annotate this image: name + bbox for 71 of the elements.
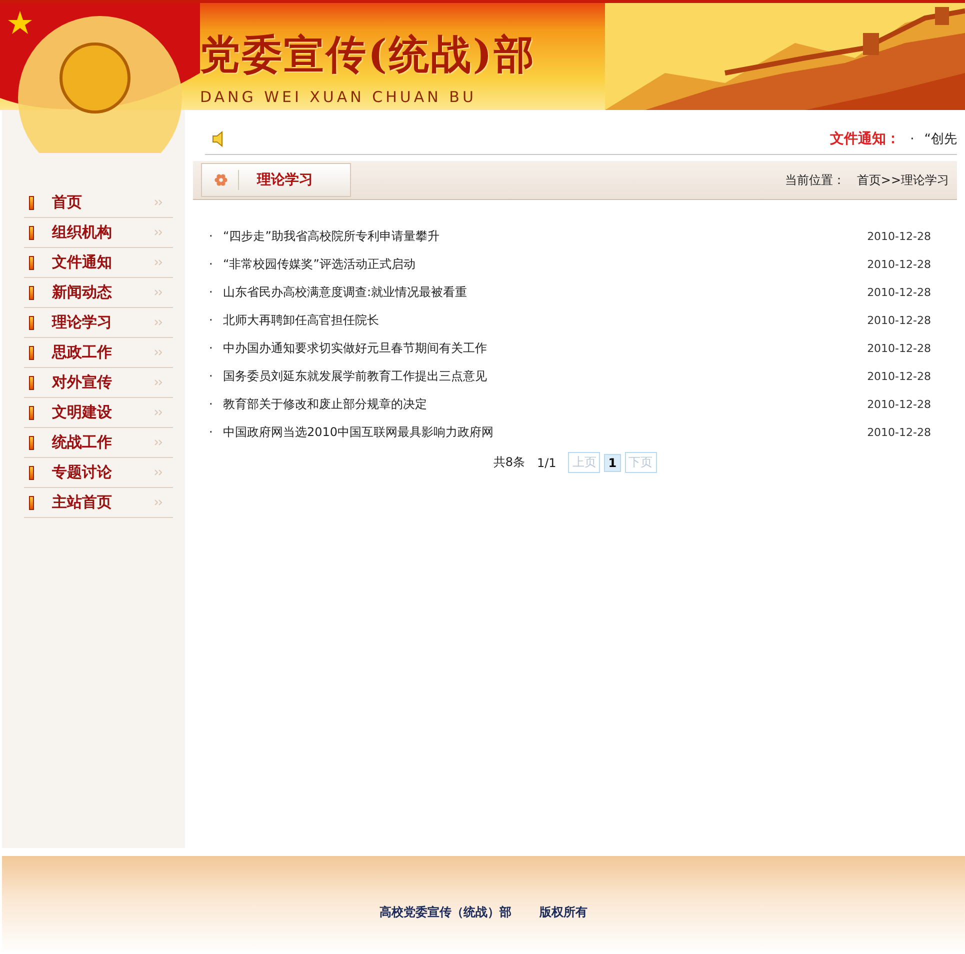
chevron-icon xyxy=(154,289,163,296)
chevron-icon xyxy=(154,499,163,506)
article-link[interactable]: 中国政府网当选2010中国互联网最具影响力政府网 xyxy=(223,424,494,440)
nav-item[interactable]: 专题讨论 xyxy=(24,458,173,488)
bullet: · xyxy=(209,397,214,411)
article-link[interactable]: 山东省民办高校满意度调查:就业情况最被看重 xyxy=(223,284,468,300)
breadcrumb: 首页>>理论学习 xyxy=(856,172,949,188)
article-date: 2010-12-28 xyxy=(867,258,931,270)
chevron-icon xyxy=(154,319,163,326)
article-date: 2010-12-28 xyxy=(867,342,931,354)
total-count: 共8条 xyxy=(493,454,525,471)
bar-icon xyxy=(29,466,34,480)
bar-icon xyxy=(29,196,34,210)
nav-item[interactable]: 组织机构 xyxy=(24,218,173,248)
bar-icon xyxy=(29,346,34,360)
bullet: · xyxy=(209,341,214,355)
site-subtitle: DANG WEI XUAN CHUAN BU xyxy=(200,88,478,106)
bullet: · xyxy=(209,257,214,271)
chevron-icon xyxy=(154,349,163,356)
chevron-icon xyxy=(154,379,163,386)
article-date: 2010-12-28 xyxy=(867,426,931,438)
section-title: 理论学习 xyxy=(257,171,313,189)
notice-label: 文件通知： xyxy=(830,130,900,148)
nav-item[interactable]: 统战工作 xyxy=(24,428,173,458)
bar-icon xyxy=(29,256,34,270)
bar-icon xyxy=(29,376,34,390)
article-link[interactable]: 北师大再聘卸任高官担任院长 xyxy=(223,312,379,328)
notice-bullet: · xyxy=(910,132,914,146)
bar-icon xyxy=(29,226,34,240)
location-label: 当前位置： xyxy=(784,172,845,188)
article-link[interactable]: “非常校园传媒奖”评选活动正式启动 xyxy=(223,256,416,272)
article-link[interactable]: 国务委员刘延东就发展学前教育工作提出三点意见 xyxy=(223,368,487,384)
article-link[interactable]: 中办国办通知要求切实做好元旦春节期间有关工作 xyxy=(223,340,487,356)
bullet: · xyxy=(209,425,214,439)
flower-icon xyxy=(214,173,228,187)
footer-org: 高校党委宣传（统战）部 xyxy=(380,904,512,920)
nav-item[interactable]: 文明建设 xyxy=(24,398,173,428)
chevron-icon xyxy=(154,259,163,266)
article-link[interactable]: 教育部关于修改和废止部分规章的决定 xyxy=(223,396,427,412)
nav-item[interactable]: 新闻动态 xyxy=(24,278,173,308)
article-date: 2010-12-28 xyxy=(867,230,931,242)
nav-item[interactable]: 思政工作 xyxy=(24,338,173,368)
nav-item[interactable]: 首页 xyxy=(24,188,173,218)
site-title: 党委宣传(统战)部 xyxy=(200,30,536,80)
bullet: · xyxy=(209,285,214,299)
chevron-icon xyxy=(154,469,163,476)
nav-item[interactable]: 对外宣传 xyxy=(24,368,173,398)
bullet: · xyxy=(209,229,214,243)
nav-item[interactable]: 文件通知 xyxy=(24,248,173,278)
page-count: 1/1 xyxy=(536,456,556,470)
article-date: 2010-12-28 xyxy=(867,286,931,298)
notice-text[interactable]: “创先 xyxy=(924,130,957,148)
article-link[interactable]: “四步走”助我省高校院所专利申请量攀升 xyxy=(223,228,440,244)
article-date: 2010-12-28 xyxy=(867,370,931,382)
bullet: · xyxy=(209,369,214,383)
chevron-icon xyxy=(154,199,163,206)
page-button[interactable]: 1 xyxy=(604,454,621,472)
chevron-icon xyxy=(154,439,163,446)
bar-icon xyxy=(29,286,34,300)
article-date: 2010-12-28 xyxy=(867,314,931,326)
bar-icon xyxy=(29,436,34,450)
bar-icon xyxy=(29,316,34,330)
chevron-icon xyxy=(154,409,163,416)
nav-item[interactable]: 主站首页 xyxy=(24,488,173,518)
footer-rights: 版权所有 xyxy=(540,904,588,920)
bar-icon xyxy=(29,406,34,420)
chevron-icon xyxy=(154,229,163,236)
nav-item[interactable]: 理论学习 xyxy=(24,308,173,338)
bar-icon xyxy=(29,496,34,510)
article-date: 2010-12-28 xyxy=(867,398,931,410)
bullet: · xyxy=(209,313,214,327)
